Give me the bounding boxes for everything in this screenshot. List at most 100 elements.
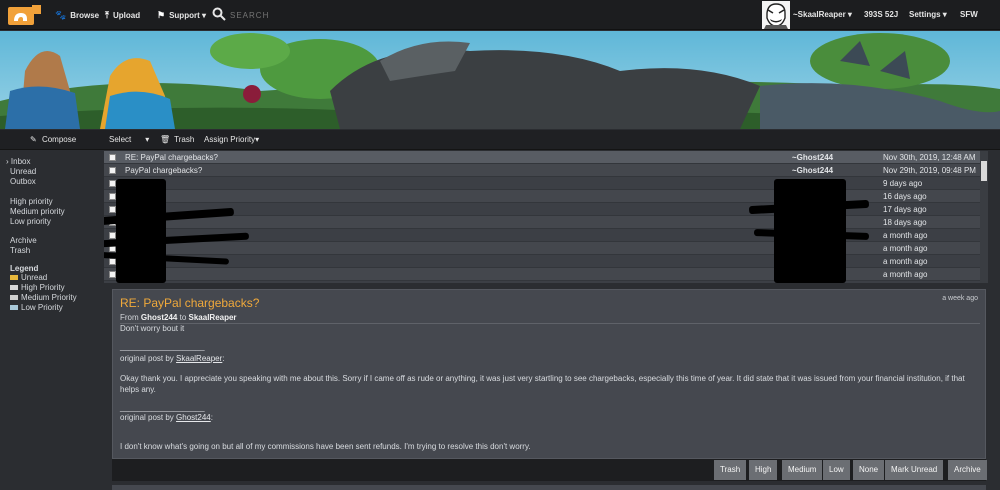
- select-label: Select: [109, 135, 132, 144]
- legend-item: High Priority: [10, 283, 65, 292]
- next-message-edge: [112, 485, 986, 490]
- caret-down-icon: ▾: [940, 10, 947, 19]
- legend-swatch: [10, 275, 18, 281]
- legend-swatch: [10, 285, 18, 291]
- select-dropdown[interactable]: Select ▾: [109, 130, 149, 150]
- row-checkbox[interactable]: [109, 206, 116, 213]
- message-meta: From Ghost244 to SkaalReaper: [120, 313, 237, 322]
- sidebar-item-medium-priority[interactable]: Medium priority: [10, 207, 65, 216]
- settings-menu[interactable]: Settings ▾: [909, 0, 947, 30]
- table-row[interactable]: a month ago: [104, 242, 980, 255]
- divider: [120, 323, 980, 324]
- support-menu[interactable]: ⚑ Support ▾: [157, 0, 206, 30]
- legend-label: High Priority: [21, 283, 65, 292]
- sidebar-item-trash[interactable]: Trash: [10, 246, 30, 255]
- compose-button[interactable]: ✎ Compose: [30, 130, 76, 150]
- table-row[interactable]: PayPal chargebacks? ~Ghost244 Nov 29th, …: [104, 164, 980, 177]
- avatar[interactable]: [762, 1, 790, 29]
- quote-divider: ___________________: [120, 403, 205, 412]
- message-date: a month ago: [883, 257, 928, 266]
- message-date: 17 days ago: [883, 205, 927, 214]
- caret-down-icon: ▾: [845, 10, 852, 19]
- sidebar-item-unread[interactable]: Unread: [10, 167, 36, 176]
- row-checkbox[interactable]: [109, 271, 116, 278]
- to-word: to: [179, 313, 187, 322]
- legend-title: Legend: [10, 264, 39, 273]
- sfw-toggle[interactable]: SFW: [960, 0, 978, 30]
- sidebar-item-archive[interactable]: Archive: [10, 236, 37, 245]
- quote-prefix: original post by: [120, 354, 174, 363]
- quoted-text: I don't know what's going on but all of …: [120, 442, 531, 451]
- search-box[interactable]: [212, 6, 332, 24]
- row-checkbox[interactable]: [109, 193, 116, 200]
- browse-label: Browse: [70, 11, 100, 20]
- redaction-mark: [116, 179, 166, 283]
- quote-colon: :: [222, 354, 225, 363]
- upload-label: Upload: [112, 11, 141, 20]
- quote-divider: ___________________: [120, 342, 205, 351]
- sender-link[interactable]: Ghost244: [141, 313, 177, 322]
- search-input[interactable]: [230, 6, 330, 24]
- message-sender[interactable]: ~Ghost244: [792, 151, 833, 164]
- legend-label: Low Priority: [21, 303, 63, 312]
- browse-link[interactable]: 🐾 Browse: [55, 0, 99, 30]
- assign-priority-label: Assign Priority: [204, 135, 256, 144]
- message-date: a month ago: [883, 244, 928, 253]
- stats-label: 393S 52J: [864, 10, 899, 19]
- user-menu[interactable]: ~SkaalReaper ▾: [793, 0, 852, 30]
- quote-attribution: original post by Ghost244:: [120, 413, 213, 422]
- sidebar-item-outbox[interactable]: Outbox: [10, 177, 36, 186]
- message-age: a week ago: [942, 295, 978, 302]
- site-logo[interactable]: [8, 5, 41, 25]
- table-row[interactable]: RE: PayPal chargebacks? ~Ghost244 Nov 30…: [104, 151, 980, 164]
- caret-down-icon: ▾: [145, 135, 150, 144]
- trash-icon: 🗑: [160, 135, 171, 144]
- message-date: Nov 29th, 2019, 09:48 PM: [883, 166, 976, 175]
- message-subject[interactable]: RE: PayPal chargebacks?: [125, 151, 218, 164]
- sidebar-item-high-priority[interactable]: High priority: [10, 197, 53, 206]
- sidebar-item-inbox[interactable]: › Inbox: [6, 157, 30, 166]
- caret-down-icon: ▾: [199, 11, 206, 20]
- support-icon: ⚑: [157, 10, 166, 20]
- compose-label: Compose: [41, 135, 77, 144]
- stats-link[interactable]: 393S 52J: [864, 0, 898, 30]
- trash-action-button[interactable]: Trash: [714, 460, 747, 480]
- row-checkbox[interactable]: [109, 180, 116, 187]
- message-sender[interactable]: ~Ghost244: [792, 164, 833, 177]
- low-priority-button[interactable]: Low: [823, 460, 850, 480]
- recipient-link[interactable]: SkaalReaper: [189, 313, 237, 322]
- message-date: 9 days ago: [883, 179, 923, 188]
- no-priority-button[interactable]: None: [853, 460, 885, 480]
- legend-item: Medium Priority: [10, 293, 77, 302]
- table-row[interactable]: a month ago: [104, 268, 980, 281]
- scrollbar-thumb[interactable]: [981, 161, 987, 181]
- mark-unread-button[interactable]: Mark Unread: [885, 460, 944, 480]
- legend-swatch: [10, 295, 18, 301]
- row-checkbox[interactable]: [109, 167, 116, 174]
- trash-label: Trash: [174, 135, 195, 144]
- table-row[interactable]: 9 days ago: [104, 177, 980, 190]
- support-label: Support: [169, 11, 200, 20]
- table-row[interactable]: a month ago: [104, 255, 980, 268]
- archive-button[interactable]: Archive: [948, 460, 987, 480]
- upload-link[interactable]: ⤒ Upload: [105, 0, 140, 30]
- assign-priority-dropdown[interactable]: Assign Priority▾: [204, 130, 259, 150]
- sidebar-item-label: Inbox: [10, 157, 31, 166]
- quote-author-link[interactable]: SkaalReaper: [176, 354, 222, 363]
- message-subject[interactable]: PayPal chargebacks?: [125, 164, 202, 177]
- row-checkbox[interactable]: [109, 258, 116, 265]
- row-checkbox[interactable]: [109, 232, 116, 239]
- row-checkbox[interactable]: [109, 154, 116, 161]
- list-scrollbar[interactable]: [980, 151, 988, 283]
- sidebar: › Inbox Unread Outbox High priority Medi…: [0, 151, 104, 490]
- trash-button[interactable]: 🗑 Trash: [160, 130, 194, 150]
- message-date: Nov 30th, 2019, 12:48 AM: [883, 153, 976, 162]
- legend-label: Unread: [21, 273, 48, 282]
- quote-author-link[interactable]: Ghost244: [176, 413, 211, 422]
- table-row[interactable]: 18 days ago: [104, 216, 980, 229]
- medium-priority-button[interactable]: Medium: [782, 460, 823, 480]
- message-date: a month ago: [883, 270, 928, 279]
- high-priority-button[interactable]: High: [749, 460, 778, 480]
- legend-swatch: [10, 305, 18, 311]
- sidebar-item-low-priority[interactable]: Low priority: [10, 217, 51, 226]
